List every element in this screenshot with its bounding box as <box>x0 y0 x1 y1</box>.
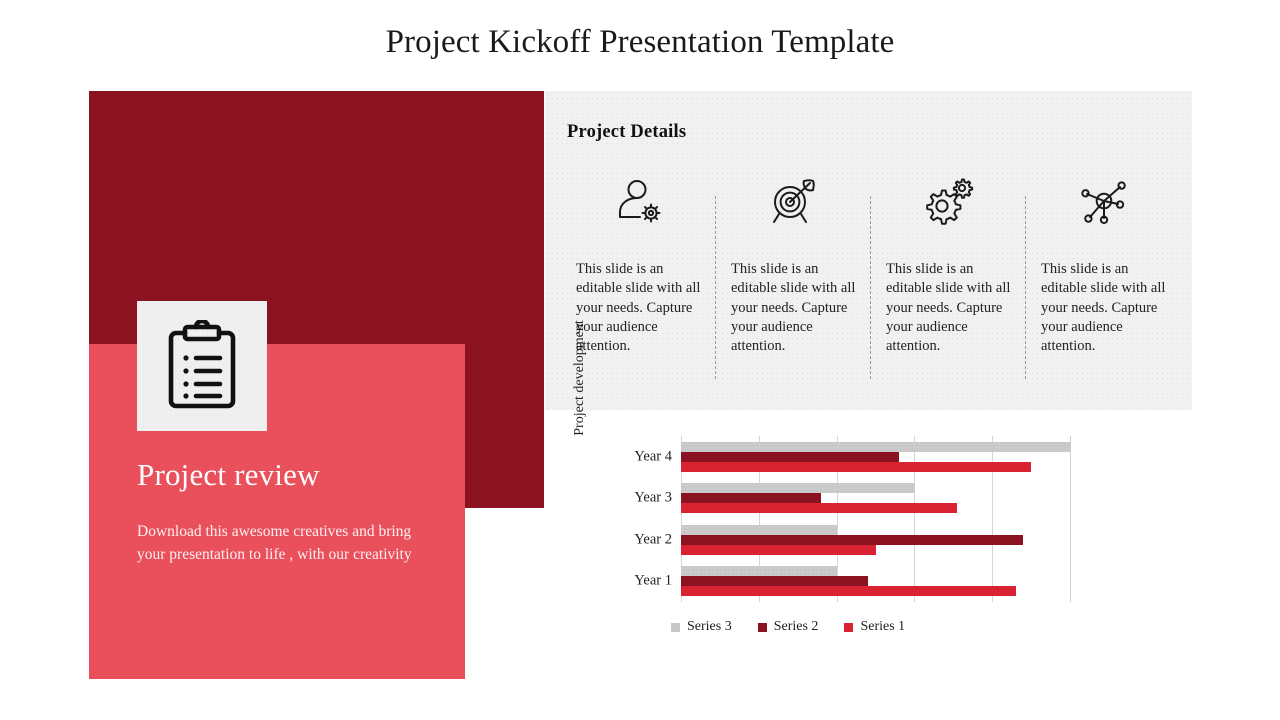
chart-category-row: Year 3 <box>634 478 1070 520</box>
chart-category-row: Year 1 <box>634 561 1070 603</box>
chart-legend-swatch <box>844 622 854 632</box>
chart-category-label: Year 2 <box>634 531 672 548</box>
chart-bar <box>681 483 915 494</box>
chart-bar <box>681 524 837 535</box>
chart-category-row: Year 4 <box>634 436 1070 478</box>
detail-column-4: This slide is an editable slide with all… <box>1025 168 1180 383</box>
chart-legend-swatch <box>757 622 767 632</box>
chart-category-row: Year 2 <box>634 519 1070 561</box>
clipboard-icon-card <box>137 301 267 431</box>
page-title: Project Kickoff Presentation Template <box>385 24 895 60</box>
target-arrow-icon <box>731 168 856 234</box>
chart-legend-item[interactable]: Series 3 <box>671 619 732 635</box>
detail-column-2: This slide is an editable slide with all… <box>715 168 870 383</box>
chart-category-label: Year 4 <box>634 448 672 465</box>
chart-legend-item[interactable]: Series 1 <box>844 619 905 635</box>
project-development-chart: Project development Year 4 Year 3 Year 2 Ye… <box>572 320 1176 642</box>
chart-legend-label: Series 1 <box>860 619 906 634</box>
chart-bar <box>681 534 1024 545</box>
chart-bar <box>681 576 868 587</box>
left-panel-subtitle: Download this awesome creatives and brin… <box>137 523 412 563</box>
slide-canvas: Project Kickoff Presentation Template Pr… <box>0 0 1280 720</box>
chart-bar <box>681 441 1070 452</box>
chart-gridline <box>1070 436 1071 602</box>
chart-bar <box>681 451 899 462</box>
detail-column-3: This slide is an editable slide with all… <box>870 168 1025 383</box>
chart-bar <box>681 503 958 514</box>
chart-bar <box>681 586 1016 597</box>
chart-y-axis-title: Project development <box>572 320 587 436</box>
chart-legend-swatch <box>671 622 680 632</box>
project-details-title: Project Details <box>567 122 687 142</box>
chart-category-label: Year 1 <box>634 572 672 589</box>
chart-bar <box>681 493 822 504</box>
detail-column-text: This slide is an editable slide with all… <box>576 261 701 355</box>
project-details-columns: This slide is an editable slide with all… <box>560 168 1180 383</box>
clipboard-checklist-icon <box>160 320 244 412</box>
network-nodes-icon <box>1041 168 1166 234</box>
chart-category-label: Year 3 <box>634 489 672 506</box>
user-settings-icon <box>576 168 701 234</box>
chart-legend-label: Series 3 <box>687 619 732 634</box>
detail-column-text: This slide is an editable slide with all… <box>886 261 1011 355</box>
chart-bar <box>681 461 1032 472</box>
chart-legend-item[interactable]: Series 2 <box>757 619 819 635</box>
chart-bar <box>681 544 876 555</box>
chart-legend-label: Series 2 <box>773 619 819 634</box>
chart-plot-area: Year 4 Year 3 Year 2 Year 1 <box>634 436 1071 603</box>
chart-bar <box>681 566 837 577</box>
detail-column-text: This slide is an editable slide with all… <box>1041 261 1166 355</box>
detail-column-text: This slide is an editable slide with all… <box>731 261 856 355</box>
chart-bar-rows: Year 4 Year 3 Year 2 Year 1 <box>634 436 1070 603</box>
left-panel-heading: Project review <box>137 457 320 492</box>
gears-icon <box>886 168 1011 234</box>
chart-legend: Series 3 Series 2 Series 1 <box>671 619 905 635</box>
